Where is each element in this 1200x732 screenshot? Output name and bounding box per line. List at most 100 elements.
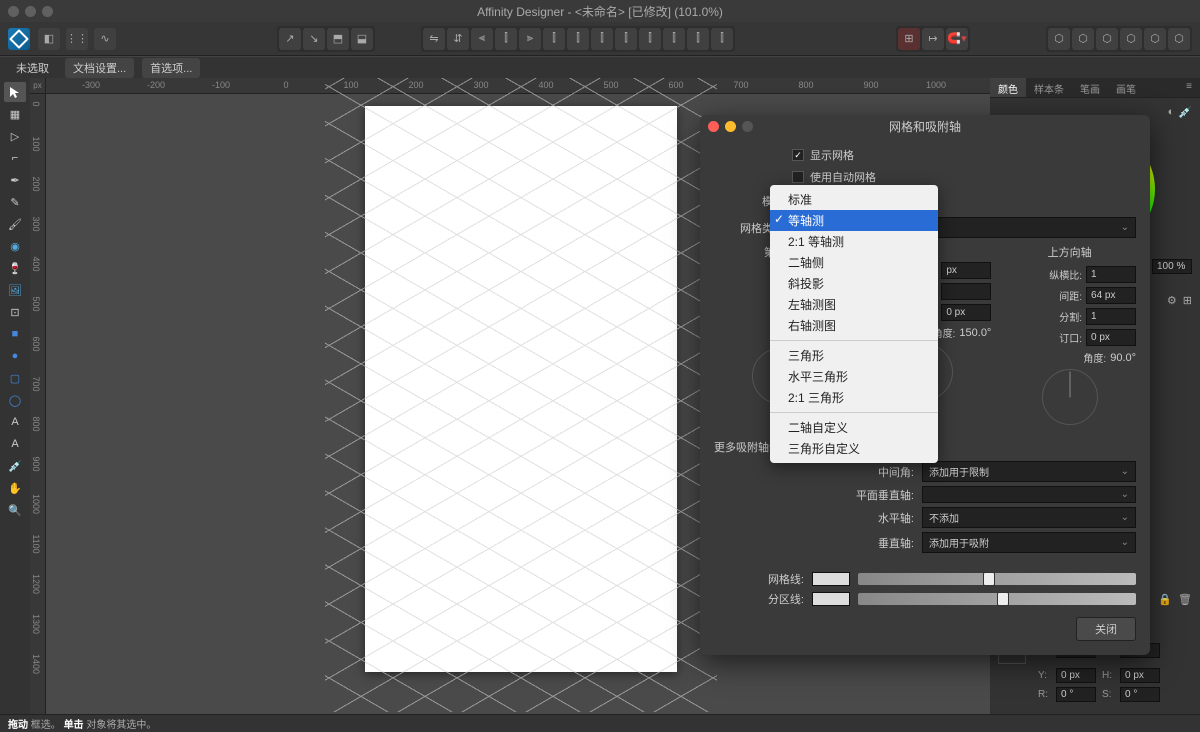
- dropdown-item-dimetric[interactable]: 二轴侧: [770, 252, 938, 273]
- lock-icon[interactable]: 🔒: [1158, 593, 1172, 606]
- align-bottom-button[interactable]: ⫿: [591, 28, 613, 50]
- place-image-tool[interactable]: 🖼: [4, 280, 26, 300]
- panel-menu-icon[interactable]: ≡: [1178, 78, 1200, 97]
- persona-pixel-button[interactable]: ⋮⋮: [66, 28, 88, 50]
- snap-toggle-button[interactable]: ↦: [922, 28, 944, 50]
- transparency-tool[interactable]: 🍷: [4, 258, 26, 278]
- arrange-button[interactable]: ⬓: [351, 28, 373, 50]
- window-minimize-icon[interactable]: [25, 6, 36, 17]
- dropdown-item-2-1-iso[interactable]: 2:1 等轴测: [770, 231, 938, 252]
- window-zoom-icon[interactable]: [42, 6, 53, 17]
- transform-y-input[interactable]: [1056, 668, 1096, 683]
- panel-opt-icon[interactable]: ⊞: [1183, 294, 1192, 307]
- pen-tool[interactable]: ✒: [4, 170, 26, 190]
- axis3-gutter-input[interactable]: [1086, 329, 1136, 346]
- dropdown-item-standard[interactable]: 标准: [770, 189, 938, 210]
- align-left-button[interactable]: ⫷: [471, 28, 493, 50]
- rounded-rect-tool[interactable]: ▢: [4, 368, 26, 388]
- dropdown-item-2axis-custom[interactable]: 二轴自定义: [770, 417, 938, 438]
- tab-color[interactable]: 颜色: [990, 78, 1026, 97]
- boolean-divide-button[interactable]: ⬡: [1120, 28, 1142, 50]
- color-wheel-icon[interactable]: ◐: [1168, 106, 1175, 119]
- arrange-button[interactable]: ↗: [279, 28, 301, 50]
- show-grid-checkbox[interactable]: ✓: [792, 149, 804, 161]
- align-top-button[interactable]: ⫿: [543, 28, 565, 50]
- axis3-angle-dial[interactable]: [1042, 369, 1098, 425]
- flip-v-button[interactable]: ⇵: [447, 28, 469, 50]
- fill-tool[interactable]: ◉: [4, 236, 26, 256]
- boolean-intersect-button[interactable]: ⬡: [1096, 28, 1118, 50]
- boolean-combine-button[interactable]: ⬡: [1168, 28, 1190, 50]
- brush-tool[interactable]: 🖌: [4, 214, 26, 234]
- dropdown-item-triangle[interactable]: 三角形: [770, 345, 938, 366]
- tab-swatches[interactable]: 样本条: [1026, 78, 1072, 97]
- donut-tool[interactable]: ◯: [4, 390, 26, 410]
- dropdown-item-triangle-custom[interactable]: 三角形自定义: [770, 438, 938, 459]
- transform-s-input[interactable]: [1120, 687, 1160, 702]
- transform-h-input[interactable]: [1120, 668, 1160, 683]
- move-tool[interactable]: [4, 82, 26, 102]
- dropdown-item-2-1-triangle[interactable]: 2:1 三角形: [770, 387, 938, 408]
- rectangle-tool[interactable]: ■: [4, 324, 26, 344]
- align-center-h-button[interactable]: ⫿: [495, 28, 517, 50]
- node-tool[interactable]: ▷: [4, 126, 26, 146]
- crop-tool[interactable]: ⊡: [4, 302, 26, 322]
- dialog-close-icon[interactable]: [708, 121, 719, 132]
- gridline-color-swatch[interactable]: [812, 572, 850, 586]
- vert-axis-select[interactable]: 添加用于吸附: [922, 532, 1136, 553]
- auto-grid-checkbox[interactable]: [792, 171, 804, 183]
- axis2-divisions-input[interactable]: [941, 283, 991, 300]
- artboard-tool[interactable]: ▦: [4, 104, 26, 124]
- dialog-zoom-icon[interactable]: [742, 121, 753, 132]
- subline-opacity-slider[interactable]: [858, 593, 1136, 605]
- arrange-button[interactable]: ↘: [303, 28, 325, 50]
- corner-tool[interactable]: ⌐: [4, 148, 26, 168]
- axis2-gutter-input[interactable]: [941, 304, 991, 321]
- tab-stroke[interactable]: 笔画: [1072, 78, 1108, 97]
- grid-toggle-button[interactable]: ⊞: [898, 28, 920, 50]
- snap-options-button[interactable]: 🧲▾: [946, 28, 968, 50]
- dialog-close-button[interactable]: 关闭: [1076, 617, 1136, 641]
- plane-perp-select[interactable]: [922, 486, 1136, 503]
- settings-icon[interactable]: ⚙: [1167, 294, 1177, 307]
- axis3-ratio-input[interactable]: [1086, 266, 1136, 283]
- zoom-tool[interactable]: 🔍: [4, 500, 26, 520]
- dialog-minimize-icon[interactable]: [725, 121, 736, 132]
- gridline-opacity-slider[interactable]: [858, 573, 1136, 585]
- tab-brushes[interactable]: 画笔: [1108, 78, 1144, 97]
- view-tool[interactable]: ✋: [4, 478, 26, 498]
- vertical-ruler[interactable]: 0 100 200 300 400 500 600 700 800 900 10…: [30, 94, 46, 714]
- space-v-button[interactable]: ⫿: [687, 28, 709, 50]
- dropdown-item-oblique[interactable]: 斜投影: [770, 273, 938, 294]
- eyedropper-icon[interactable]: 💉: [1178, 106, 1192, 119]
- persona-designer-button[interactable]: ◧: [38, 28, 60, 50]
- subline-color-swatch[interactable]: [812, 592, 850, 606]
- boolean-xor-button[interactable]: ⬡: [1144, 28, 1166, 50]
- distribute-h-button[interactable]: ⫿: [615, 28, 637, 50]
- dropdown-item-h-triangle[interactable]: 水平三角形: [770, 366, 938, 387]
- preferences-button[interactable]: 首选项...: [142, 58, 200, 78]
- axis3-divisions-input[interactable]: [1086, 308, 1136, 325]
- document-setup-button[interactable]: 文档设置...: [65, 58, 134, 78]
- ellipse-tool[interactable]: ●: [4, 346, 26, 366]
- horiz-axis-select[interactable]: 不添加: [922, 507, 1136, 528]
- mid-angle-select[interactable]: 添加用于限制: [922, 461, 1136, 482]
- trash-icon[interactable]: 🗑: [1178, 593, 1192, 606]
- align-right-button[interactable]: ⫸: [519, 28, 541, 50]
- artboard[interactable]: [365, 106, 677, 672]
- dropdown-item-isometric[interactable]: 等轴测: [770, 210, 938, 231]
- boolean-subtract-button[interactable]: ⬡: [1072, 28, 1094, 50]
- opacity-input[interactable]: [1152, 259, 1192, 274]
- persona-export-button[interactable]: ∿: [94, 28, 116, 50]
- arrange-button[interactable]: ⬒: [327, 28, 349, 50]
- color-picker-tool[interactable]: 💉: [4, 456, 26, 476]
- space-h-button[interactable]: ⫿: [663, 28, 685, 50]
- axis2-spacing-input[interactable]: [941, 262, 991, 279]
- window-close-icon[interactable]: [8, 6, 19, 17]
- dropdown-item-left-axon[interactable]: 左轴测图: [770, 294, 938, 315]
- boolean-add-button[interactable]: ⬡: [1048, 28, 1070, 50]
- space-v-button[interactable]: ⫿: [711, 28, 733, 50]
- dropdown-item-right-axon[interactable]: 右轴测图: [770, 315, 938, 336]
- frame-text-tool[interactable]: A: [4, 434, 26, 454]
- transform-r-input[interactable]: [1056, 687, 1096, 702]
